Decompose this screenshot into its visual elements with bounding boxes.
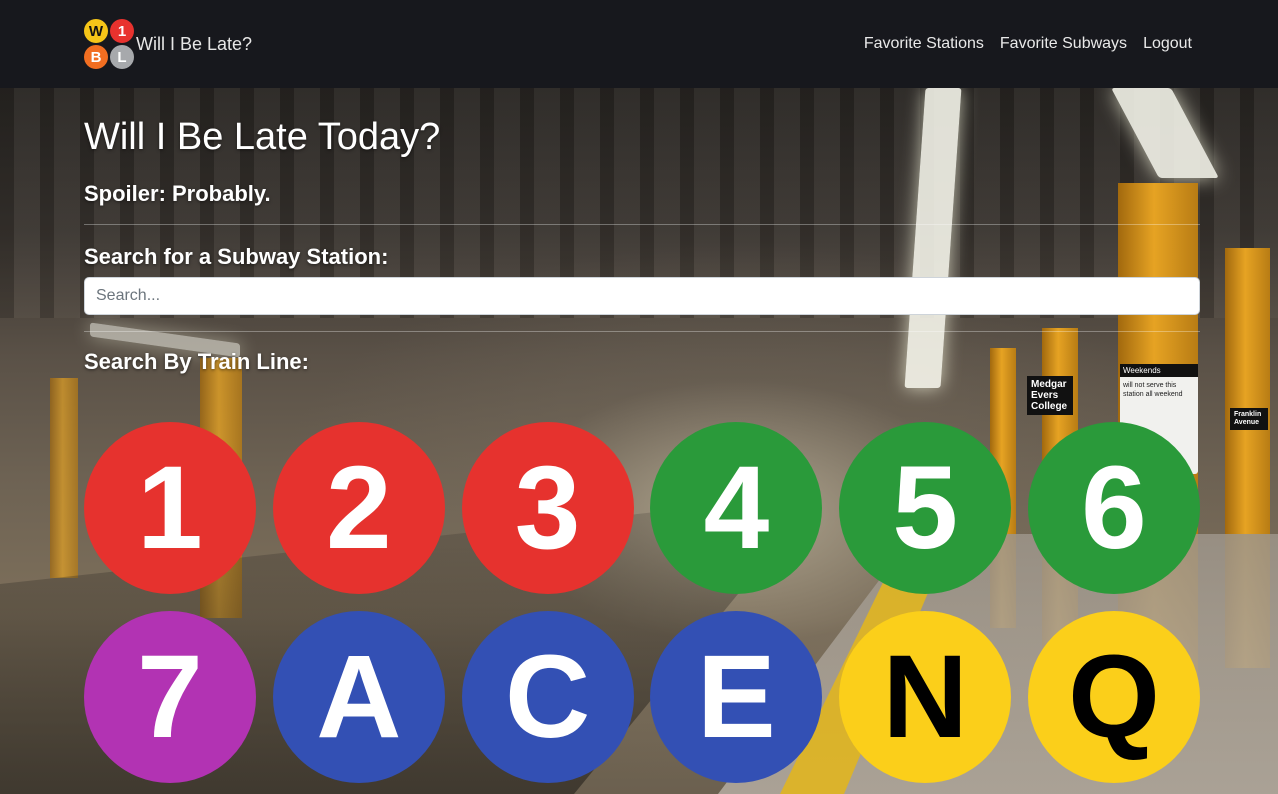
side-sign: Franklin Avenue [1230,408,1268,430]
train-line-n-button[interactable]: N [839,611,1012,783]
logo-bullet: 1 [110,19,134,43]
logo-icon: W 1 B L [84,19,134,69]
train-line-2-button[interactable]: 2 [272,422,445,594]
notice-text: will not serve this station all weekend [1123,382,1183,398]
nav-logout[interactable]: Logout [1143,35,1192,53]
train-line-3-button[interactable]: 3 [461,422,634,594]
navbar: W 1 B L Will I Be Late? Favorite Station… [0,0,1278,88]
divider [84,331,1200,332]
page-title: Will I Be Late Today? [84,116,441,158]
logo-bullet: W [84,19,108,43]
train-line-grid: 1 2 3 4 5 6 7 A C E N Q [84,422,1200,783]
logo-bullet: L [110,45,134,69]
search-label: Search for a Subway Station: [84,244,389,269]
spoiler-text: Spoiler: Probably. [84,181,271,206]
train-line-7-button[interactable]: 7 [84,611,256,783]
train-line-a-button[interactable]: A [272,611,445,783]
train-line-q-button[interactable]: Q [1027,611,1200,783]
train-line-1-button[interactable]: 1 [84,422,256,594]
nav-favorite-subways[interactable]: Favorite Subways [1000,35,1127,53]
train-line-label: Search By Train Line: [84,349,309,374]
nav-favorite-stations[interactable]: Favorite Stations [864,35,984,53]
train-line-e-button[interactable]: E [650,611,823,783]
station-search-input[interactable] [84,277,1200,315]
train-line-6-button[interactable]: 6 [1027,422,1200,594]
pillar [50,378,78,578]
train-line-4-button[interactable]: 4 [650,422,823,594]
logo-bullet: B [84,45,108,69]
main-content: Will I Be Late Today? Spoiler: Probably.… [84,88,1200,374]
train-line-5-button[interactable]: 5 [839,422,1012,594]
divider [84,224,1200,225]
nav-links: Favorite Stations Favorite Subways Logou… [864,35,1192,53]
station-sign: Medgar Evers College [1027,376,1073,415]
train-line-c-button[interactable]: C [461,611,634,783]
brand-title: Will I Be Late? [136,33,253,54]
brand-link[interactable]: W 1 B L Will I Be Late? [84,19,252,69]
